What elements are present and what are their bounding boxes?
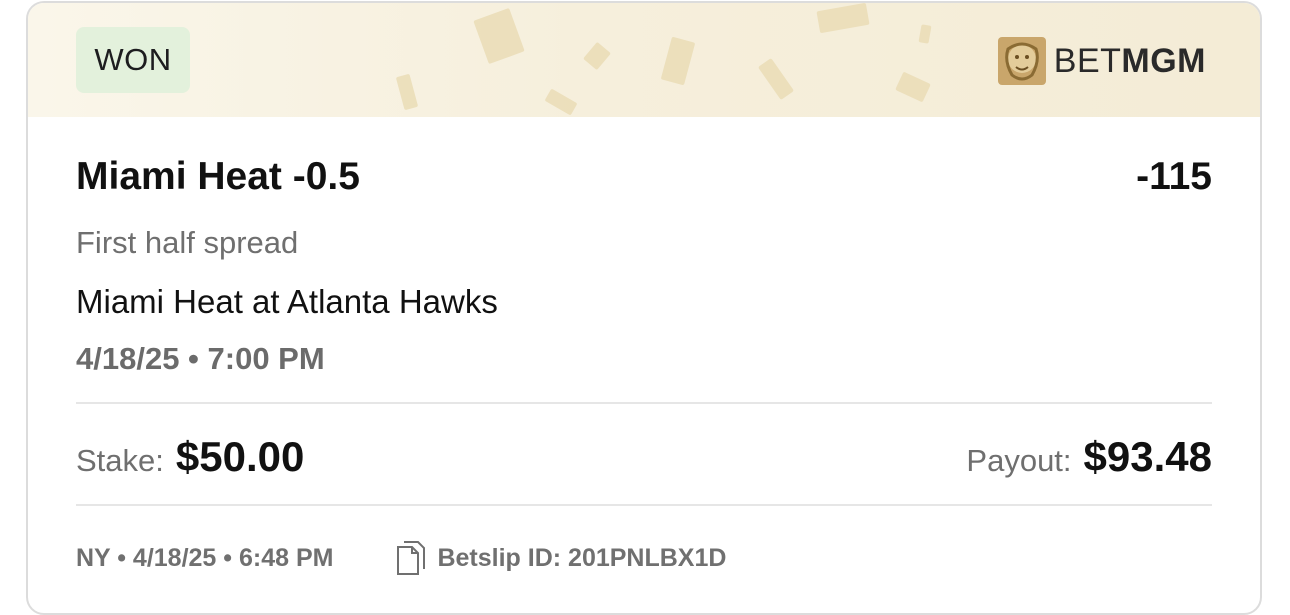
market-type: First half spread [76,225,299,260]
divider [76,504,1212,506]
payout-label: Payout: [966,443,1072,478]
divider [76,402,1212,404]
confetti-piece [816,3,870,34]
stake-value: $50.00 [175,433,305,480]
confetti-piece [918,24,932,44]
confetti-piece [395,73,419,111]
brand-logo: BETMGM [997,37,1206,85]
confetti-piece [660,36,696,86]
stake-row: Stake: $50.00 [76,433,304,481]
event-datetime: 4/18/25 • 7:00 PM [76,341,325,376]
confetti-piece [473,7,525,65]
confetti-piece [583,41,611,71]
bet-card: WON BETMGM Miami Heat -0.5 -115 First ha… [26,1,1262,615]
document-copy-icon[interactable] [395,539,427,577]
lion-logo-icon [997,37,1046,85]
bet-odds: -115 [1136,155,1212,198]
brand-name: BETMGM [1053,41,1206,80]
payout-row: Payout: $93.48 [966,433,1212,481]
payout-value: $93.48 [1083,433,1212,480]
confetti-piece [757,58,795,100]
status-badge: WON [76,27,190,93]
confetti-piece [895,71,931,103]
bet-selection: Miami Heat -0.5 [76,155,360,198]
bet-footer: NY • 4/18/25 • 6:48 PM Betslip ID: 201PN… [76,539,726,577]
betslip-id[interactable]: Betslip ID: 201PNLBX1D [437,544,726,573]
stake-label: Stake: [76,443,164,478]
placed-info: NY • 4/18/25 • 6:48 PM [76,543,334,572]
won-banner: WON BETMGM [28,3,1260,117]
confetti-piece [544,88,578,116]
event-name: Miami Heat at Atlanta Hawks [76,283,498,320]
